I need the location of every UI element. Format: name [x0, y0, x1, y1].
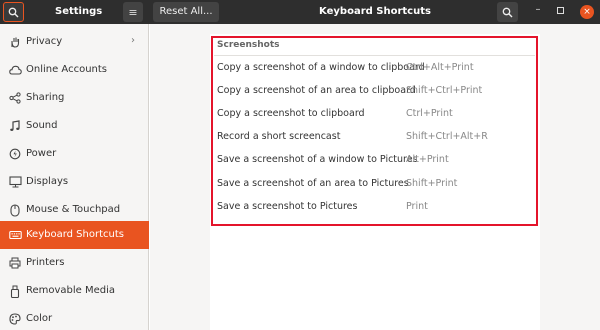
shortcut-row[interactable]: Save a screenshot of a window to Picture… [214, 148, 535, 171]
shortcut-keys: Ctrl+Print [406, 108, 453, 119]
hand-icon [8, 35, 22, 49]
shortcut-action: Copy a screenshot to clipboard [217, 108, 365, 119]
shortcut-keys: Shift+Ctrl+Alt+R [406, 131, 488, 142]
sidebar-item-privacy[interactable]: Privacy › [0, 28, 149, 56]
sidebar: Privacy › Online Accounts Sharing Sound … [0, 24, 149, 330]
sidebar-item-label: Power [26, 148, 57, 159]
shortcut-action: Save a screenshot of an area to Pictures [217, 178, 409, 189]
close-button[interactable]: × [580, 5, 594, 19]
shortcut-keys: Shift+Print [406, 178, 458, 189]
app-title: Settings [55, 6, 103, 17]
shortcut-action: Save a screenshot to Pictures [217, 201, 358, 212]
power-icon [8, 147, 22, 161]
reset-all-button[interactable]: Reset All... [153, 2, 219, 22]
search-icon [502, 7, 513, 17]
shortcut-row[interactable]: Save a screenshot of an area to Pictures… [214, 172, 535, 195]
sidebar-item-keyboard-shortcuts[interactable]: Keyboard Shortcuts [0, 221, 149, 249]
shortcut-row[interactable]: Save a screenshot to Pictures Print [214, 195, 535, 218]
sidebar-item-printers[interactable]: Printers [0, 249, 149, 277]
mouse-icon [8, 203, 22, 217]
palette-icon [8, 312, 22, 326]
shortcut-keys: Shift+Ctrl+Print [406, 85, 483, 96]
search-button[interactable] [3, 2, 24, 22]
sidebar-item-online-accounts[interactable]: Online Accounts [0, 56, 149, 84]
shortcut-row[interactable]: Record a short screencast Shift+Ctrl+Alt… [214, 125, 535, 148]
sidebar-item-displays[interactable]: Displays [0, 168, 149, 196]
usb-icon [8, 284, 22, 298]
shortcut-row[interactable]: Copy a screenshot to clipboard Ctrl+Prin… [214, 102, 535, 125]
menu-button[interactable]: ≡ [123, 2, 143, 22]
shortcut-keys: Ctrl+Alt+Print [406, 62, 474, 73]
share-icon [8, 91, 22, 105]
sidebar-item-power[interactable]: Power [0, 140, 149, 168]
sidebar-item-label: Sharing [26, 92, 65, 103]
sidebar-item-color[interactable]: Color [0, 305, 149, 330]
close-icon: × [583, 7, 591, 17]
shortcut-row[interactable]: Copy a screenshot of an area to clipboar… [214, 79, 535, 102]
shortcut-action: Record a short screencast [217, 131, 341, 142]
sidebar-item-sharing[interactable]: Sharing [0, 84, 149, 112]
sidebar-item-label: Online Accounts [26, 64, 108, 75]
keyboard-icon [8, 228, 22, 242]
printer-icon [8, 256, 22, 270]
sidebar-item-sound[interactable]: Sound [0, 112, 149, 140]
sidebar-item-label: Printers [26, 257, 65, 268]
sidebar-item-removable-media[interactable]: Removable Media [0, 277, 149, 305]
window-title: Keyboard Shortcuts [319, 6, 431, 17]
hamburger-icon: ≡ [128, 5, 138, 19]
sidebar-item-label: Mouse & Touchpad [26, 204, 121, 215]
sidebar-item-label: Keyboard Shortcuts [26, 229, 124, 240]
minimize-button[interactable]: – [532, 4, 544, 18]
section-title: Screenshots [217, 40, 280, 50]
sidebar-item-label: Color [26, 313, 53, 324]
shortcut-keys: Print [406, 201, 428, 212]
chevron-right-icon: › [131, 35, 135, 46]
shortcut-action: Save a screenshot of a window to Picture… [217, 154, 418, 165]
sidebar-item-mouse-touchpad[interactable]: Mouse & Touchpad [0, 196, 149, 224]
shortcut-row[interactable]: Copy a screenshot of a window to clipboa… [214, 56, 535, 79]
search-icon [8, 7, 19, 17]
shortcut-keys: Alt+Print [406, 154, 449, 165]
sidebar-item-label: Displays [26, 176, 69, 187]
shortcut-action: Copy a screenshot of a window to clipboa… [217, 62, 425, 73]
sidebar-item-label: Sound [26, 120, 58, 131]
title-bar: Settings ≡ Reset All... Keyboard Shortcu… [0, 0, 600, 24]
minimize-icon: – [535, 4, 541, 15]
sidebar-item-label: Removable Media [26, 285, 116, 296]
monitor-icon [8, 175, 22, 189]
shortcut-search-button[interactable] [497, 2, 518, 22]
shortcut-action: Copy a screenshot of an area to clipboar… [217, 85, 416, 96]
maximize-button[interactable] [557, 7, 564, 14]
music-note-icon [8, 119, 22, 133]
cloud-icon [8, 63, 22, 77]
sidebar-item-label: Privacy [26, 36, 63, 47]
